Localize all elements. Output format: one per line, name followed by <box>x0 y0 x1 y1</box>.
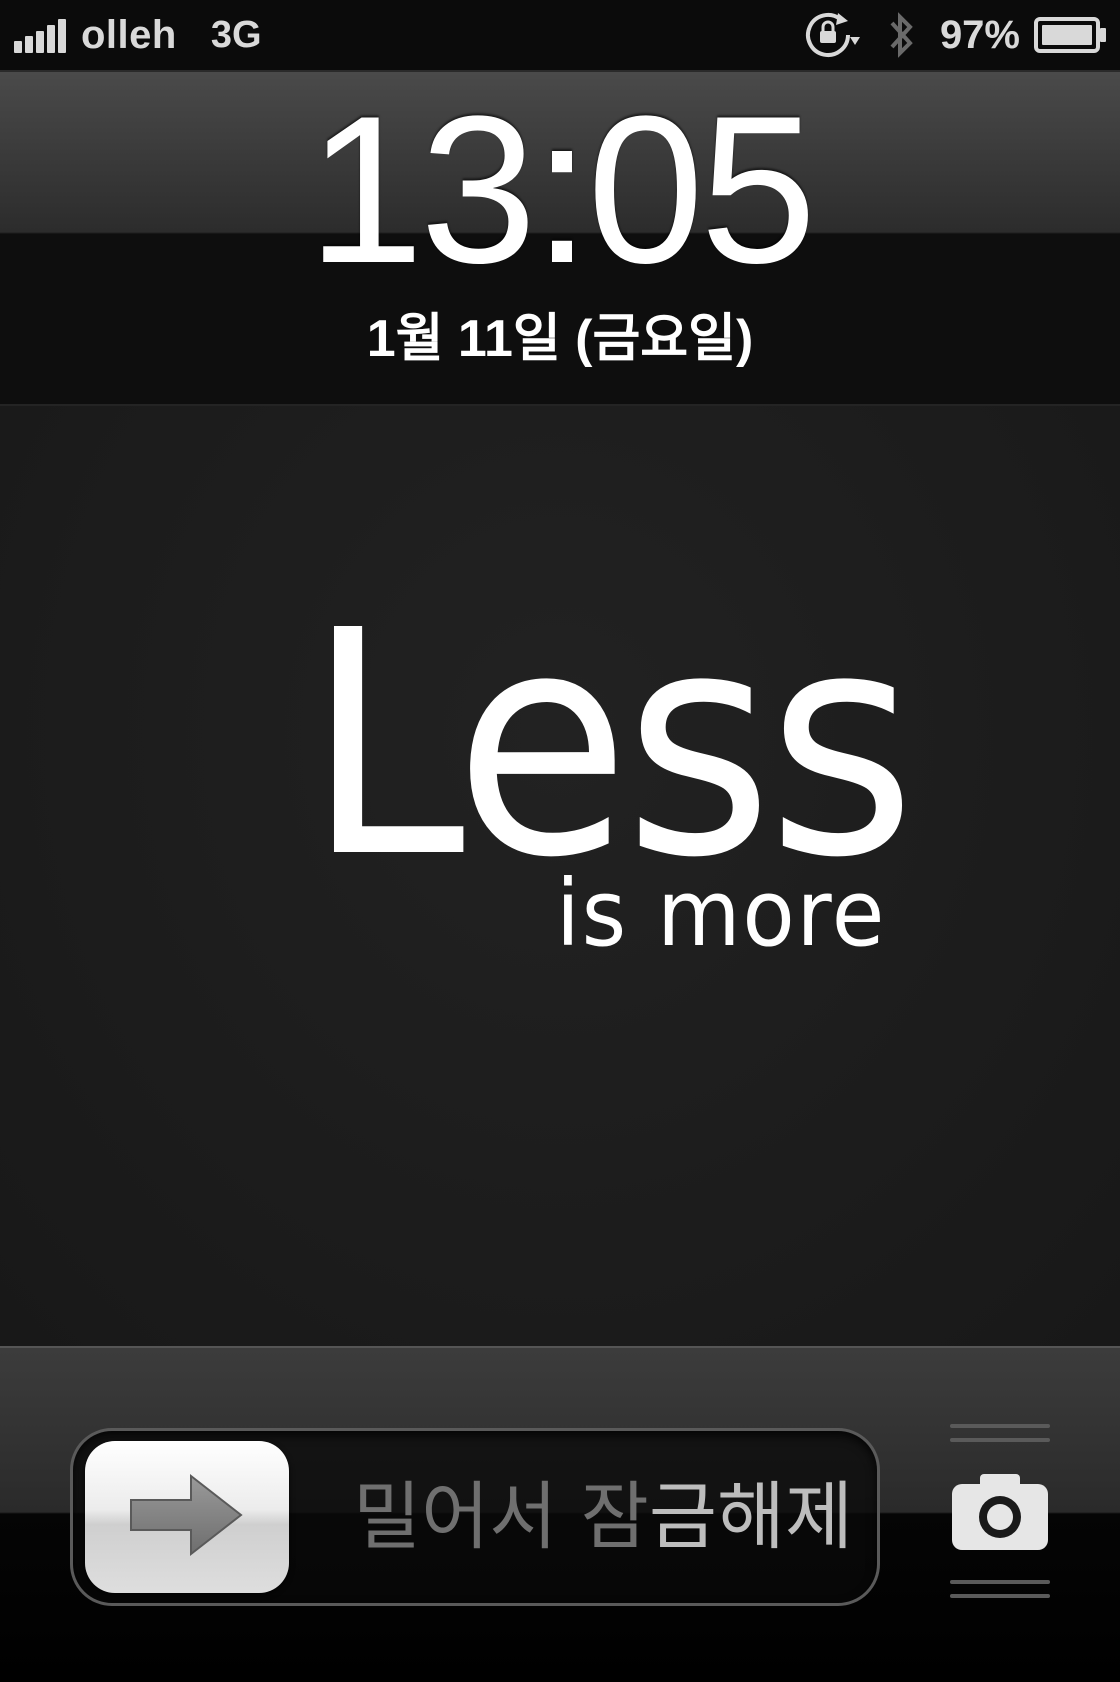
right-arrow-icon <box>127 1470 247 1565</box>
carrier-name: olleh <box>81 12 177 57</box>
slide-label-part1: 밀어서 잠 <box>353 1474 649 1560</box>
network-type: 3G <box>210 13 262 56</box>
status-bar: olleh 3G 97% <box>0 0 1120 72</box>
clock-time: 13:05 <box>307 72 817 307</box>
status-right: 97% <box>802 8 1108 62</box>
camera-icon <box>950 1472 1050 1557</box>
bluetooth-icon <box>884 7 918 63</box>
battery-percent: 97% <box>939 12 1020 57</box>
rotation-lock-icon <box>802 9 862 61</box>
clock-panel: 13:05 1월 11일 (금요일) <box>0 72 1120 406</box>
camera-grabber[interactable] <box>950 1424 1050 1604</box>
battery-icon <box>1034 15 1108 55</box>
slide-to-unlock-label: 밀어서 잠금해제 <box>353 1467 853 1567</box>
lock-bar: 밀어서 잠금해제 <box>0 1346 1120 1682</box>
status-left: olleh 3G <box>14 10 262 60</box>
grabber-line <box>950 1424 1050 1428</box>
wallpaper-headline: Less <box>306 565 916 926</box>
grabber-line <box>950 1580 1050 1584</box>
clock-date: 1월 11일 (금요일) <box>366 310 754 368</box>
grabber-line <box>950 1438 1050 1442</box>
camera-button[interactable] <box>950 1473 1050 1550</box>
slide-to-unlock-knob[interactable] <box>85 1441 289 1593</box>
slide-label-part2: 금해제 <box>648 1474 854 1560</box>
slide-to-unlock-track[interactable]: 밀어서 잠금해제 <box>70 1428 880 1606</box>
wallpaper-subline: is more <box>556 860 887 967</box>
wallpaper: Less is more <box>0 406 1120 1346</box>
signal-icon <box>14 17 69 53</box>
grabber-line <box>950 1594 1050 1598</box>
